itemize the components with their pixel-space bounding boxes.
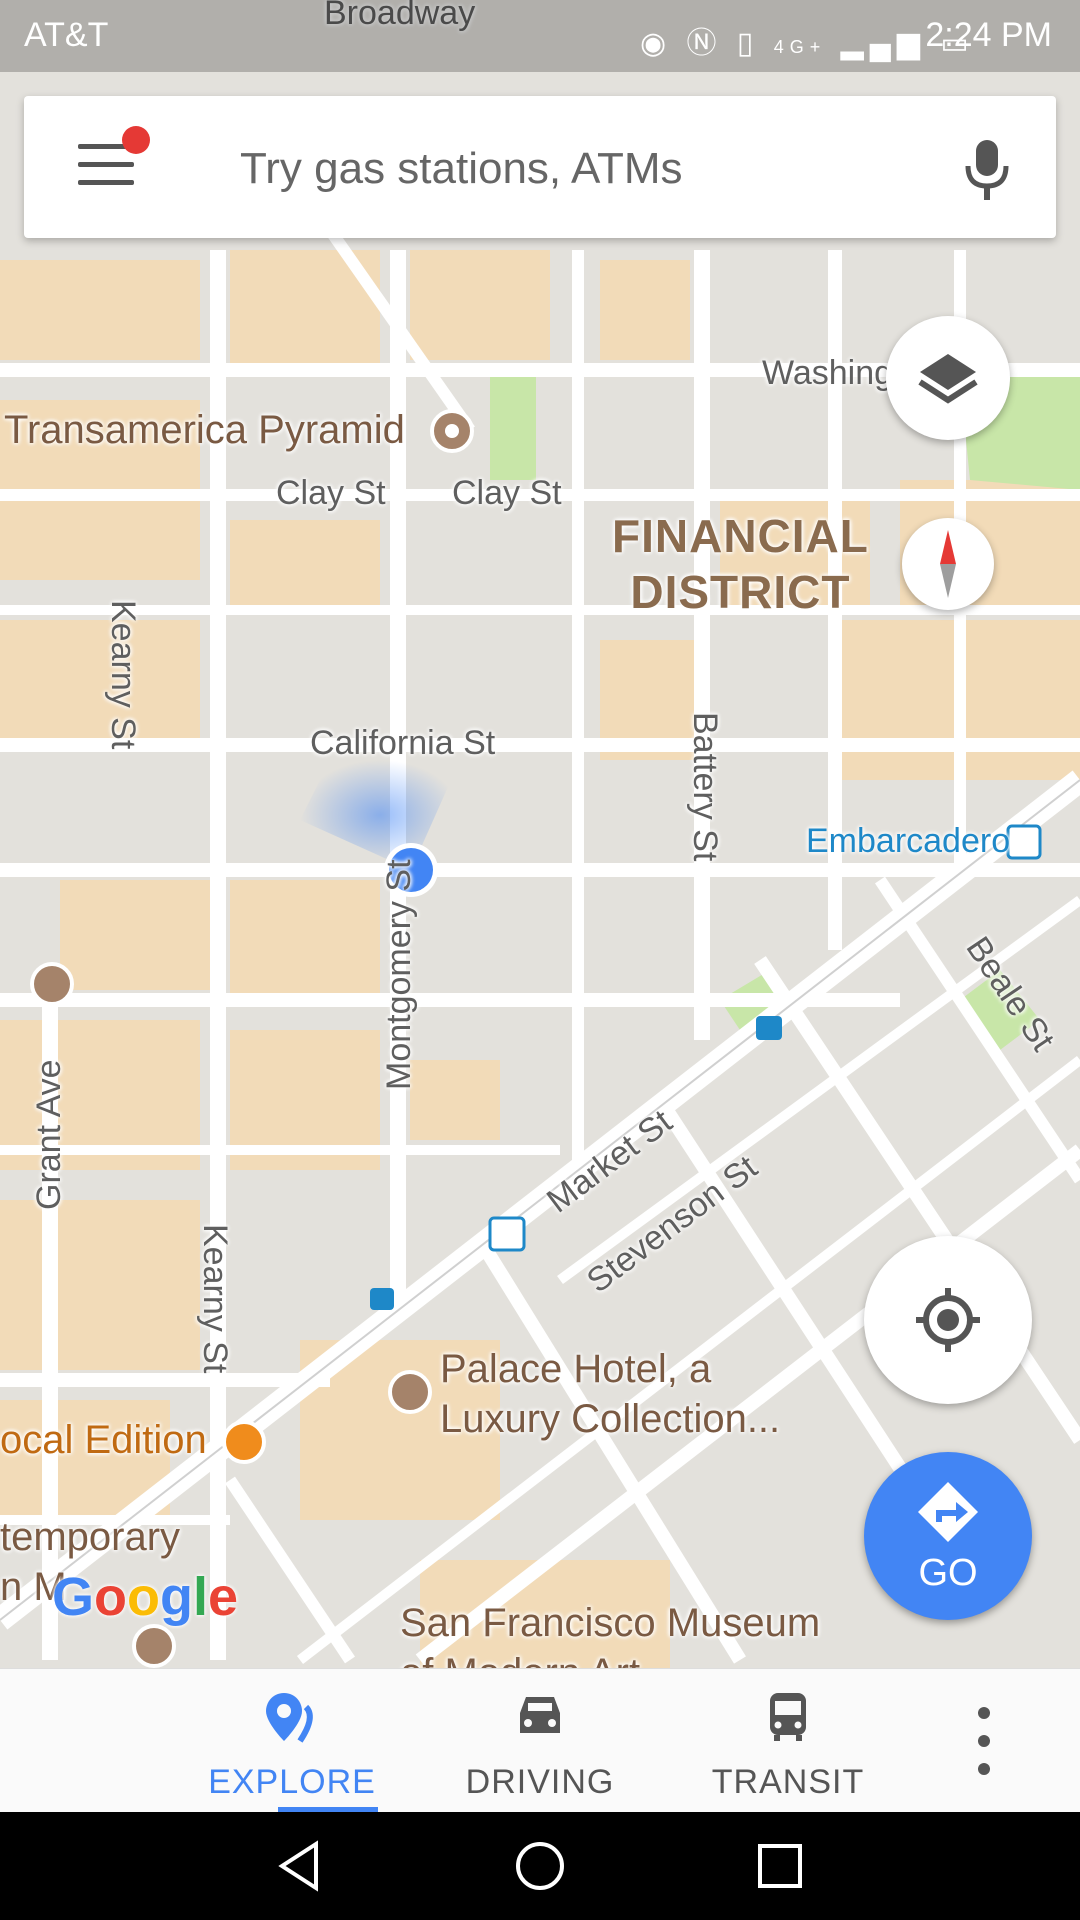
home-icon[interactable]	[510, 1836, 570, 1896]
my-location-button[interactable]	[864, 1236, 1032, 1404]
vibrate-icon: ▯	[736, 27, 760, 60]
layers-button[interactable]	[886, 316, 1010, 440]
hotel-poi-marker[interactable]	[388, 1370, 432, 1414]
camera-poi-marker[interactable]	[30, 962, 74, 1006]
bar-poi-marker[interactable]	[222, 1420, 266, 1464]
carrier-label: AT&T	[24, 16, 109, 54]
poi-label-local-edition[interactable]: ocal Edition	[0, 1418, 207, 1463]
bus-icon	[770, 1693, 806, 1741]
nfc-icon: Ⓝ	[686, 27, 723, 60]
tab-explore-label: EXPLORE	[208, 1763, 376, 1801]
street-label-california: California St	[310, 724, 496, 762]
go-label: GO	[918, 1552, 978, 1594]
poi-label-embarcadero[interactable]: Embarcadero	[806, 822, 1010, 861]
more-options-icon[interactable]	[972, 1705, 996, 1777]
poi-label-palace-hotel[interactable]: Palace Hotel, a Luxury Collection...	[440, 1344, 780, 1444]
car-icon	[520, 1697, 560, 1733]
compass-icon	[940, 530, 956, 598]
street-label-clay-2: Clay St	[452, 474, 562, 512]
street-label-grant: Grant Ave	[30, 1059, 68, 1210]
compass-button[interactable]	[902, 518, 994, 610]
street-label-battery: Battery St	[686, 712, 724, 862]
poi-label-transamerica[interactable]: Transamerica Pyramid	[4, 408, 405, 453]
tab-transit-label: TRANSIT	[711, 1763, 865, 1801]
clock: 2:24 PM	[925, 16, 1052, 54]
tab-driving[interactable]: DRIVING	[440, 1669, 640, 1813]
explore-pin-icon	[266, 1693, 313, 1743]
tab-driving-label: DRIVING	[465, 1763, 615, 1801]
search-input[interactable]: Try gas stations, ATMs	[240, 144, 683, 194]
street-label-kearny-2: Kearny St	[196, 1224, 234, 1374]
museum-poi-marker[interactable]	[132, 1624, 176, 1668]
recents-icon[interactable]	[750, 1836, 810, 1896]
signal-icon: ▂▄▆	[840, 27, 927, 60]
street-label-washington: Washing	[762, 354, 894, 392]
street-label-montgomery: Montgomery St	[380, 859, 418, 1090]
tab-transit[interactable]: TRANSIT	[688, 1669, 888, 1813]
status-bar: AT&T ◉ Ⓝ ▯ 4G+ ▂▄▆ ▭ 2:24 PM	[0, 0, 1080, 72]
tab-explore[interactable]: EXPLORE	[192, 1669, 392, 1813]
notification-dot	[122, 126, 150, 154]
system-navigation-bar	[0, 1812, 1080, 1920]
district-label: FINANCIAL DISTRICT	[612, 510, 869, 618]
back-icon[interactable]	[270, 1836, 330, 1896]
go-button[interactable]: GO	[864, 1452, 1032, 1620]
network-type-label: 4G+	[773, 37, 827, 57]
street-label-clay-1: Clay St	[276, 474, 386, 512]
bottom-navigation: EXPLORE DRIVING TRANSIT	[0, 1668, 1080, 1813]
street-label-kearny-1: Kearny St	[104, 600, 142, 750]
microphone-icon[interactable]	[962, 138, 1012, 202]
google-logo: Google	[52, 1567, 239, 1627]
search-bar[interactable]: Try gas stations, ATMs	[24, 96, 1056, 238]
crosshair-icon	[916, 1288, 980, 1352]
location-status-icon: ◉	[640, 27, 673, 60]
layers-icon	[918, 354, 978, 404]
